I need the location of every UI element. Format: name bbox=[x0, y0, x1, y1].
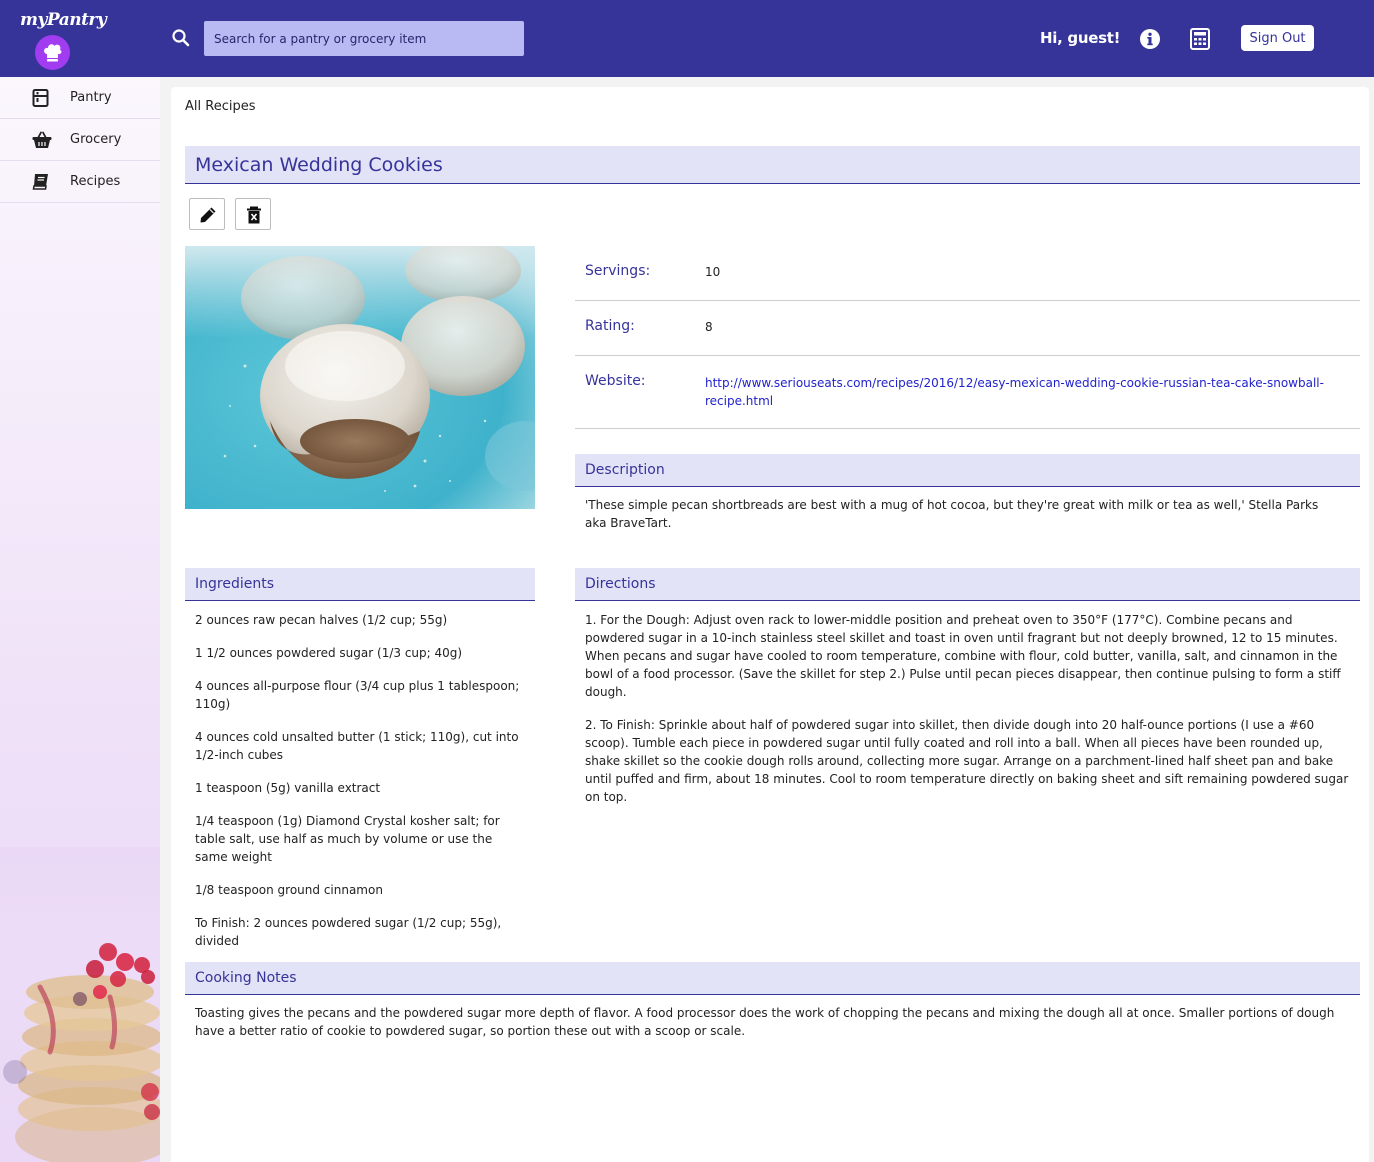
rating-label: Rating: bbox=[585, 318, 635, 334]
sidebar-item-label: Recipes bbox=[70, 174, 121, 189]
directions-heading: Directions bbox=[575, 568, 1360, 601]
recipe-photo bbox=[185, 246, 535, 509]
sidebar-item-recipes[interactable]: Recipes bbox=[0, 161, 160, 203]
sidebar-item-label: Grocery bbox=[70, 132, 122, 147]
book-icon bbox=[32, 173, 49, 194]
basket-icon bbox=[32, 131, 52, 153]
list-item: 2 ounces raw pecan halves (1/2 cup; 55g) bbox=[195, 613, 448, 627]
app-logo-text[interactable]: myPantry bbox=[20, 10, 107, 30]
list-item: 1/4 teaspoon (1g) Diamond Crystal kosher… bbox=[195, 814, 500, 864]
servings-value: 10 bbox=[705, 265, 721, 279]
breadcrumb-all-recipes[interactable]: All Recipes bbox=[185, 99, 255, 114]
top-bar: myPantry Hi, guest! bbox=[0, 0, 1374, 77]
sidebar: Pantry Grocery Recipes bbox=[0, 77, 160, 1162]
list-item: 4 ounces all-purpose flour (3/4 cup plus… bbox=[195, 679, 520, 711]
edit-button[interactable] bbox=[189, 198, 225, 230]
ingredients-heading: Ingredients bbox=[185, 568, 535, 601]
sidebar-item-grocery[interactable]: Grocery bbox=[0, 119, 160, 161]
sign-out-button[interactable]: Sign Out bbox=[1241, 25, 1314, 51]
list-item: To Finish: 2 ounces powdered sugar (1/2 … bbox=[195, 916, 502, 948]
list-item: 1. For the Dough: Adjust oven rack to lo… bbox=[585, 613, 1341, 699]
description-heading: Description bbox=[575, 454, 1360, 487]
servings-row: Servings: 10 bbox=[575, 246, 1360, 301]
pancake-decoration bbox=[0, 847, 160, 1162]
sidebar-item-pantry[interactable]: Pantry bbox=[0, 77, 160, 119]
pantry-icon bbox=[32, 89, 49, 111]
search-input[interactable] bbox=[204, 21, 524, 56]
cooking-notes-text: Toasting gives the pecans and the powder… bbox=[195, 1006, 1335, 1038]
calculator-icon[interactable] bbox=[1190, 28, 1210, 54]
list-item: 2. To Finish: Sprinkle about half of pow… bbox=[585, 718, 1349, 804]
rating-row: Rating: 8 bbox=[575, 301, 1360, 356]
directions-list: 1. For the Dough: Adjust oven rack to lo… bbox=[585, 611, 1350, 821]
recipe-panel: All Recipes Mexican Wedding Cookies Serv… bbox=[171, 87, 1369, 1162]
list-item: 1/8 teaspoon ground cinnamon bbox=[195, 883, 383, 897]
rating-value: 8 bbox=[705, 320, 713, 334]
servings-label: Servings: bbox=[585, 263, 651, 279]
greeting-text: Hi, guest! bbox=[1040, 29, 1121, 47]
delete-button[interactable] bbox=[235, 198, 271, 230]
cooking-notes-heading: Cooking Notes bbox=[185, 962, 1360, 995]
search-icon[interactable] bbox=[171, 28, 191, 52]
website-row: Website: http://www.seriouseats.com/reci… bbox=[575, 356, 1360, 429]
list-item: 4 ounces cold unsalted butter (1 stick; … bbox=[195, 730, 519, 762]
website-link[interactable]: http://www.seriouseats.com/recipes/2016/… bbox=[705, 374, 1325, 410]
list-item: 1 1/2 ounces powdered sugar (1/3 cup; 40… bbox=[195, 646, 463, 660]
sidebar-item-label: Pantry bbox=[70, 90, 112, 105]
website-label: Website: bbox=[585, 373, 646, 389]
ingredients-list: 2 ounces raw pecan halves (1/2 cup; 55g)… bbox=[195, 611, 525, 965]
chef-hat-icon[interactable] bbox=[35, 35, 70, 70]
recipe-title: Mexican Wedding Cookies bbox=[185, 146, 1360, 184]
description-text: 'These simple pecan shortbreads are best… bbox=[585, 498, 1319, 530]
list-item: 1 teaspoon (5g) vanilla extract bbox=[195, 781, 381, 795]
info-icon[interactable] bbox=[1139, 28, 1161, 54]
